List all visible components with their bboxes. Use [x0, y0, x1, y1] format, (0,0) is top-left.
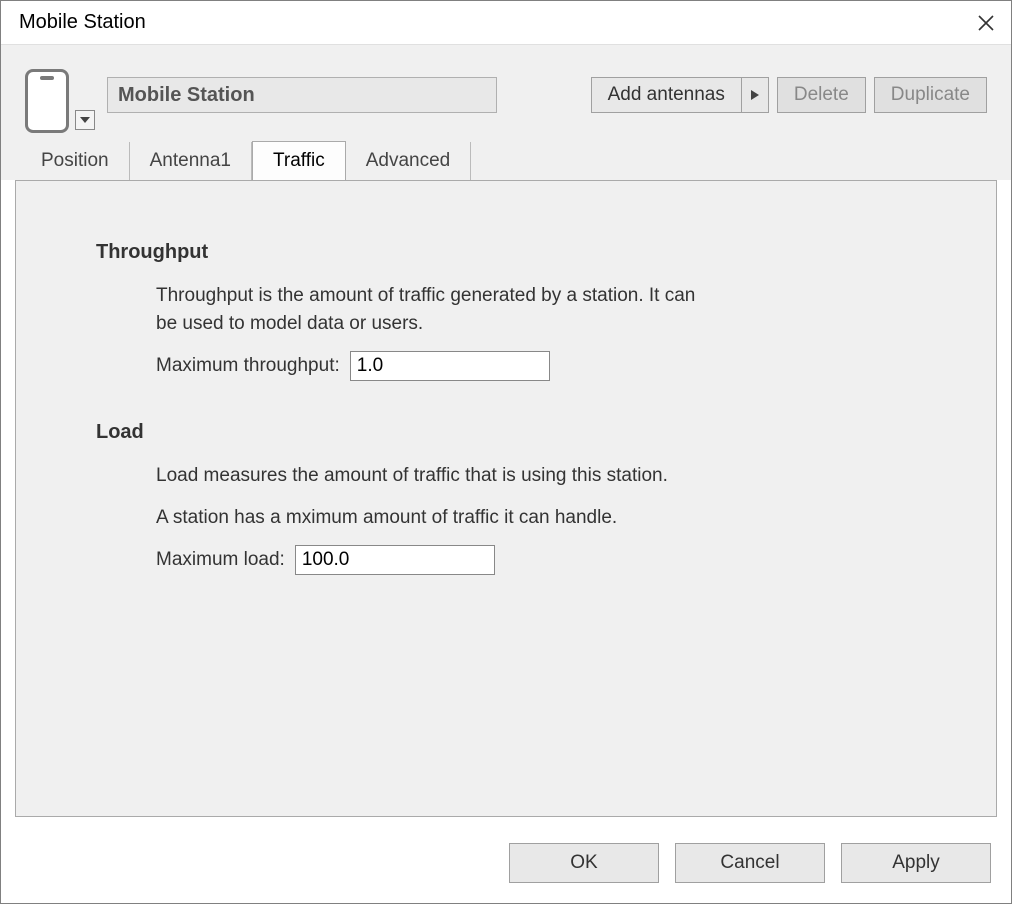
close-icon[interactable] [977, 14, 995, 32]
max-load-input[interactable] [295, 545, 495, 575]
duplicate-button[interactable]: Duplicate [874, 77, 987, 113]
add-antennas-button[interactable]: Add antennas [591, 77, 741, 113]
load-section: Load measures the amount of traffic that… [156, 462, 916, 575]
apply-button[interactable]: Apply [841, 843, 991, 883]
tab-antenna1[interactable]: Antenna1 [130, 142, 252, 180]
max-load-row: Maximum load: [156, 545, 916, 575]
throughput-description: Throughput is the amount of traffic gene… [156, 282, 716, 337]
window-title: Mobile Station [19, 11, 146, 34]
cancel-button[interactable]: Cancel [675, 843, 825, 883]
dialog-footer: OK Cancel Apply [1, 829, 1011, 903]
tab-traffic[interactable]: Traffic [252, 141, 346, 181]
tab-advanced[interactable]: Advanced [346, 142, 472, 180]
load-heading: Load [96, 421, 916, 444]
phone-icon [25, 69, 69, 133]
add-antennas-split-button: Add antennas [591, 77, 769, 113]
throughput-section: Throughput is the amount of traffic gene… [156, 282, 916, 381]
titlebar: Mobile Station [1, 1, 1011, 45]
dialog-window: Mobile Station Add antennas Delete Dupli… [0, 0, 1012, 904]
max-throughput-row: Maximum throughput: [156, 351, 916, 381]
tab-strip: Position Antenna1 Traffic Advanced [1, 141, 1011, 180]
load-description-1: Load measures the amount of traffic that… [156, 462, 716, 490]
tab-position[interactable]: Position [21, 142, 130, 180]
ok-button[interactable]: OK [509, 843, 659, 883]
header-buttons: Add antennas Delete Duplicate [591, 77, 987, 113]
max-load-label: Maximum load: [156, 546, 285, 574]
delete-button[interactable]: Delete [777, 77, 866, 113]
load-description-2: A station has a mximum amount of traffic… [156, 504, 856, 532]
throughput-heading: Throughput [96, 241, 916, 264]
max-throughput-input[interactable] [350, 351, 550, 381]
add-antennas-dropdown[interactable] [741, 77, 769, 113]
traffic-panel: Throughput Throughput is the amount of t… [15, 180, 997, 817]
max-throughput-label: Maximum throughput: [156, 352, 340, 380]
station-name-input[interactable] [107, 77, 497, 113]
header-area: Add antennas Delete Duplicate [1, 45, 1011, 141]
icon-dropdown[interactable] [75, 110, 95, 130]
